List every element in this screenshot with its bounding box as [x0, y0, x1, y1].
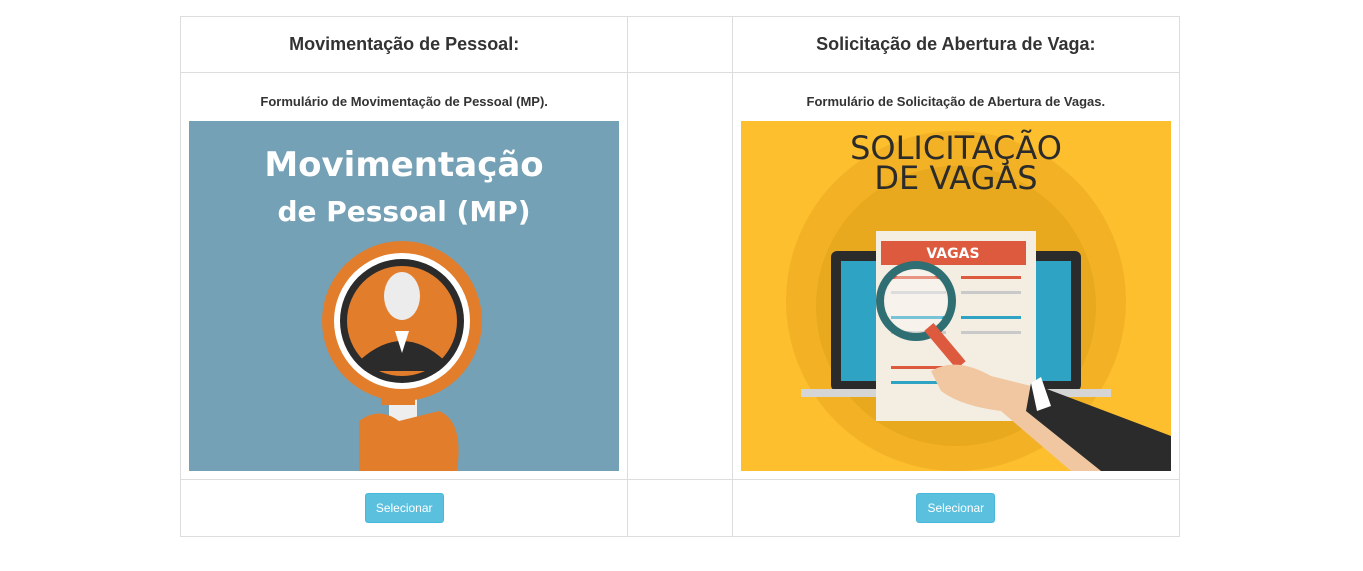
spacer-cell-body [627, 72, 733, 480]
card-vagas-body-cell: Formulário de Solicitação de Abertura de… [731, 72, 1181, 480]
mp-image-title-2: de Pessoal (MP) [278, 195, 531, 228]
card-mp-image: Movimentação de Pessoal (MP) [189, 121, 620, 471]
mp-image-title-1: Movimentação [264, 145, 543, 185]
select-mp-button[interactable]: Selecionar [364, 493, 444, 523]
select-vagas-button[interactable]: Selecionar [916, 493, 996, 523]
card-mp-body-cell: Formulário de Movimentação de Pessoal (M… [179, 72, 629, 480]
card-vagas-footer-cell: Selecionar [731, 479, 1181, 537]
card-vagas-heading: Solicitação de Abertura de Vaga: [816, 34, 1096, 54]
options-table: Movimentação de Pessoal: Solicitação de … [179, 16, 1181, 537]
vagas-badge: VAGAS [926, 246, 979, 262]
card-vagas-description: Formulário de Solicitação de Abertura de… [806, 94, 1106, 109]
vagas-image-title-2: DE VAGAS [874, 159, 1037, 197]
card-mp-heading: Movimentação de Pessoal: [289, 34, 520, 54]
card-mp-description: Formulário de Movimentação de Pessoal (M… [260, 94, 548, 109]
spacer-cell [627, 16, 733, 73]
card-mp-header-cell: Movimentação de Pessoal: [179, 16, 629, 73]
card-vagas-header-cell: Solicitação de Abertura de Vaga: [731, 16, 1181, 73]
card-mp-footer-cell: Selecionar [179, 479, 629, 537]
spacer-cell-foot [627, 479, 733, 537]
card-vagas-image: SOLICITAÇÃO DE VAGAS VAGAS [740, 121, 1171, 471]
